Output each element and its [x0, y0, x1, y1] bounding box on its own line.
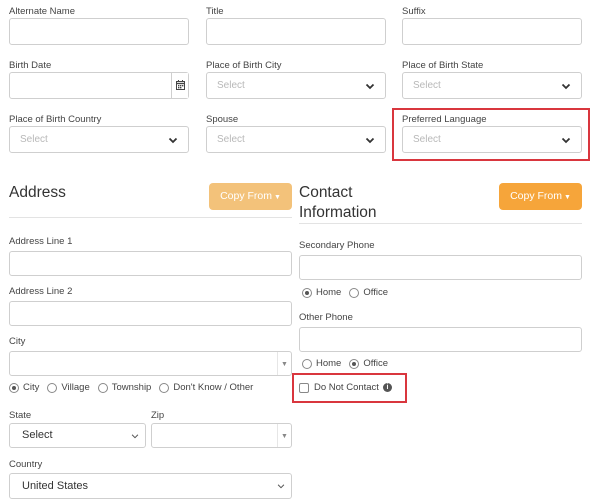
- contact-copy-from-button[interactable]: Copy From ▼: [499, 183, 582, 210]
- preferred-language-value: Select: [413, 134, 441, 145]
- radio-selected-icon: [349, 358, 360, 369]
- state-value: Select: [22, 429, 53, 441]
- address-line1-label: Address Line 1: [9, 236, 73, 247]
- do-not-contact-checkbox-row[interactable]: Do Not Contact i: [299, 382, 392, 393]
- do-not-contact-checkbox[interactable]: [299, 382, 309, 393]
- chevron-down-icon: [561, 83, 571, 90]
- address-heading: Address: [9, 184, 66, 201]
- birth-date-label: Birth Date: [9, 60, 52, 71]
- place-of-birth-state-label: Place of Birth State: [402, 60, 484, 71]
- place-of-birth-state-select[interactable]: Select: [402, 72, 582, 99]
- other-phone-label: Other Phone: [299, 312, 353, 323]
- radio-selected-icon: [9, 382, 19, 393]
- state-select[interactable]: Select: [9, 423, 146, 448]
- birth-date-input[interactable]: [9, 72, 189, 99]
- other-phone-type-office[interactable]: Office: [349, 358, 388, 369]
- other-phone-type-group: Home Office: [302, 358, 396, 369]
- city-type-option-dont-know[interactable]: Don't Know / Other: [159, 382, 253, 393]
- alternate-name-label: Alternate Name: [9, 6, 76, 17]
- place-of-birth-city-select[interactable]: Select: [206, 72, 386, 99]
- title-input[interactable]: [206, 18, 386, 45]
- chevron-down-icon: [365, 83, 375, 90]
- suffix-input[interactable]: [402, 18, 582, 45]
- alternate-name-input[interactable]: [9, 18, 189, 45]
- place-of-birth-city-value: Select: [217, 80, 245, 91]
- radio-icon: [97, 382, 108, 393]
- secondary-phone-label: Secondary Phone: [299, 240, 375, 251]
- country-value: United States: [22, 480, 89, 492]
- city-combobox[interactable]: ▼: [9, 351, 292, 376]
- address-line1-input[interactable]: [9, 251, 292, 276]
- country-label: Country: [9, 459, 43, 470]
- city-type-option-city[interactable]: City: [9, 382, 39, 393]
- state-label: State: [9, 410, 32, 421]
- radio-icon: [302, 358, 312, 369]
- radio-icon: [159, 382, 170, 393]
- info-icon[interactable]: i: [382, 383, 392, 392]
- zip-label: Zip: [151, 410, 165, 421]
- chevron-down-icon: [277, 484, 285, 489]
- secondary-phone-type-office[interactable]: Office: [349, 287, 388, 298]
- do-not-contact-label: Do Not Contact: [314, 382, 379, 393]
- address-copy-from-button[interactable]: Copy From ▼: [209, 183, 292, 210]
- chevron-down-icon: [365, 137, 375, 144]
- radio-selected-icon: [302, 287, 312, 298]
- calendar-icon: [176, 80, 185, 90]
- place-of-birth-country-label: Place of Birth Country: [9, 114, 102, 125]
- preferred-language-label: Preferred Language: [402, 114, 487, 125]
- caret-down-icon[interactable]: ▼: [277, 424, 291, 447]
- spouse-label: Spouse: [206, 114, 239, 125]
- caret-down-icon: ▼: [564, 194, 571, 201]
- spouse-select[interactable]: Select: [206, 126, 386, 153]
- city-type-option-village[interactable]: Village: [47, 382, 90, 393]
- preferred-language-select[interactable]: Select: [402, 126, 582, 153]
- contact-divider: [299, 223, 582, 224]
- calendar-button[interactable]: [171, 73, 188, 98]
- zip-combobox[interactable]: ▼: [151, 423, 292, 448]
- secondary-phone-input[interactable]: [299, 255, 582, 280]
- place-of-birth-country-value: Select: [20, 134, 48, 145]
- contact-copy-from-label: Copy From: [510, 190, 562, 202]
- address-divider: [9, 217, 292, 218]
- chevron-down-icon: [561, 137, 571, 144]
- city-type-radio-group: City Village Township Don't Know / Other: [9, 382, 261, 393]
- secondary-phone-type-group: Home Office: [302, 287, 396, 298]
- caret-down-icon[interactable]: ▼: [277, 352, 291, 375]
- chevron-down-icon: [168, 137, 178, 144]
- other-phone-type-home[interactable]: Home: [302, 358, 341, 369]
- city-label: City: [9, 336, 26, 347]
- other-phone-input[interactable]: [299, 327, 582, 352]
- place-of-birth-country-select[interactable]: Select: [9, 126, 189, 153]
- spouse-value: Select: [217, 134, 245, 145]
- contact-heading: Contact Information: [299, 184, 377, 221]
- place-of-birth-state-value: Select: [413, 80, 441, 91]
- caret-down-icon: ▼: [274, 194, 281, 201]
- radio-icon: [349, 287, 360, 298]
- secondary-phone-type-home[interactable]: Home: [302, 287, 341, 298]
- place-of-birth-city-label: Place of Birth City: [206, 60, 282, 71]
- chevron-down-icon: [131, 434, 139, 439]
- address-copy-from-label: Copy From: [220, 190, 272, 202]
- address-line2-input[interactable]: [9, 301, 292, 326]
- city-type-option-township[interactable]: Township: [97, 382, 151, 393]
- address-line2-label: Address Line 2: [9, 286, 73, 297]
- country-select[interactable]: United States: [9, 473, 292, 499]
- suffix-label: Suffix: [402, 6, 426, 17]
- title-label: Title: [206, 6, 224, 17]
- radio-icon: [47, 382, 58, 393]
